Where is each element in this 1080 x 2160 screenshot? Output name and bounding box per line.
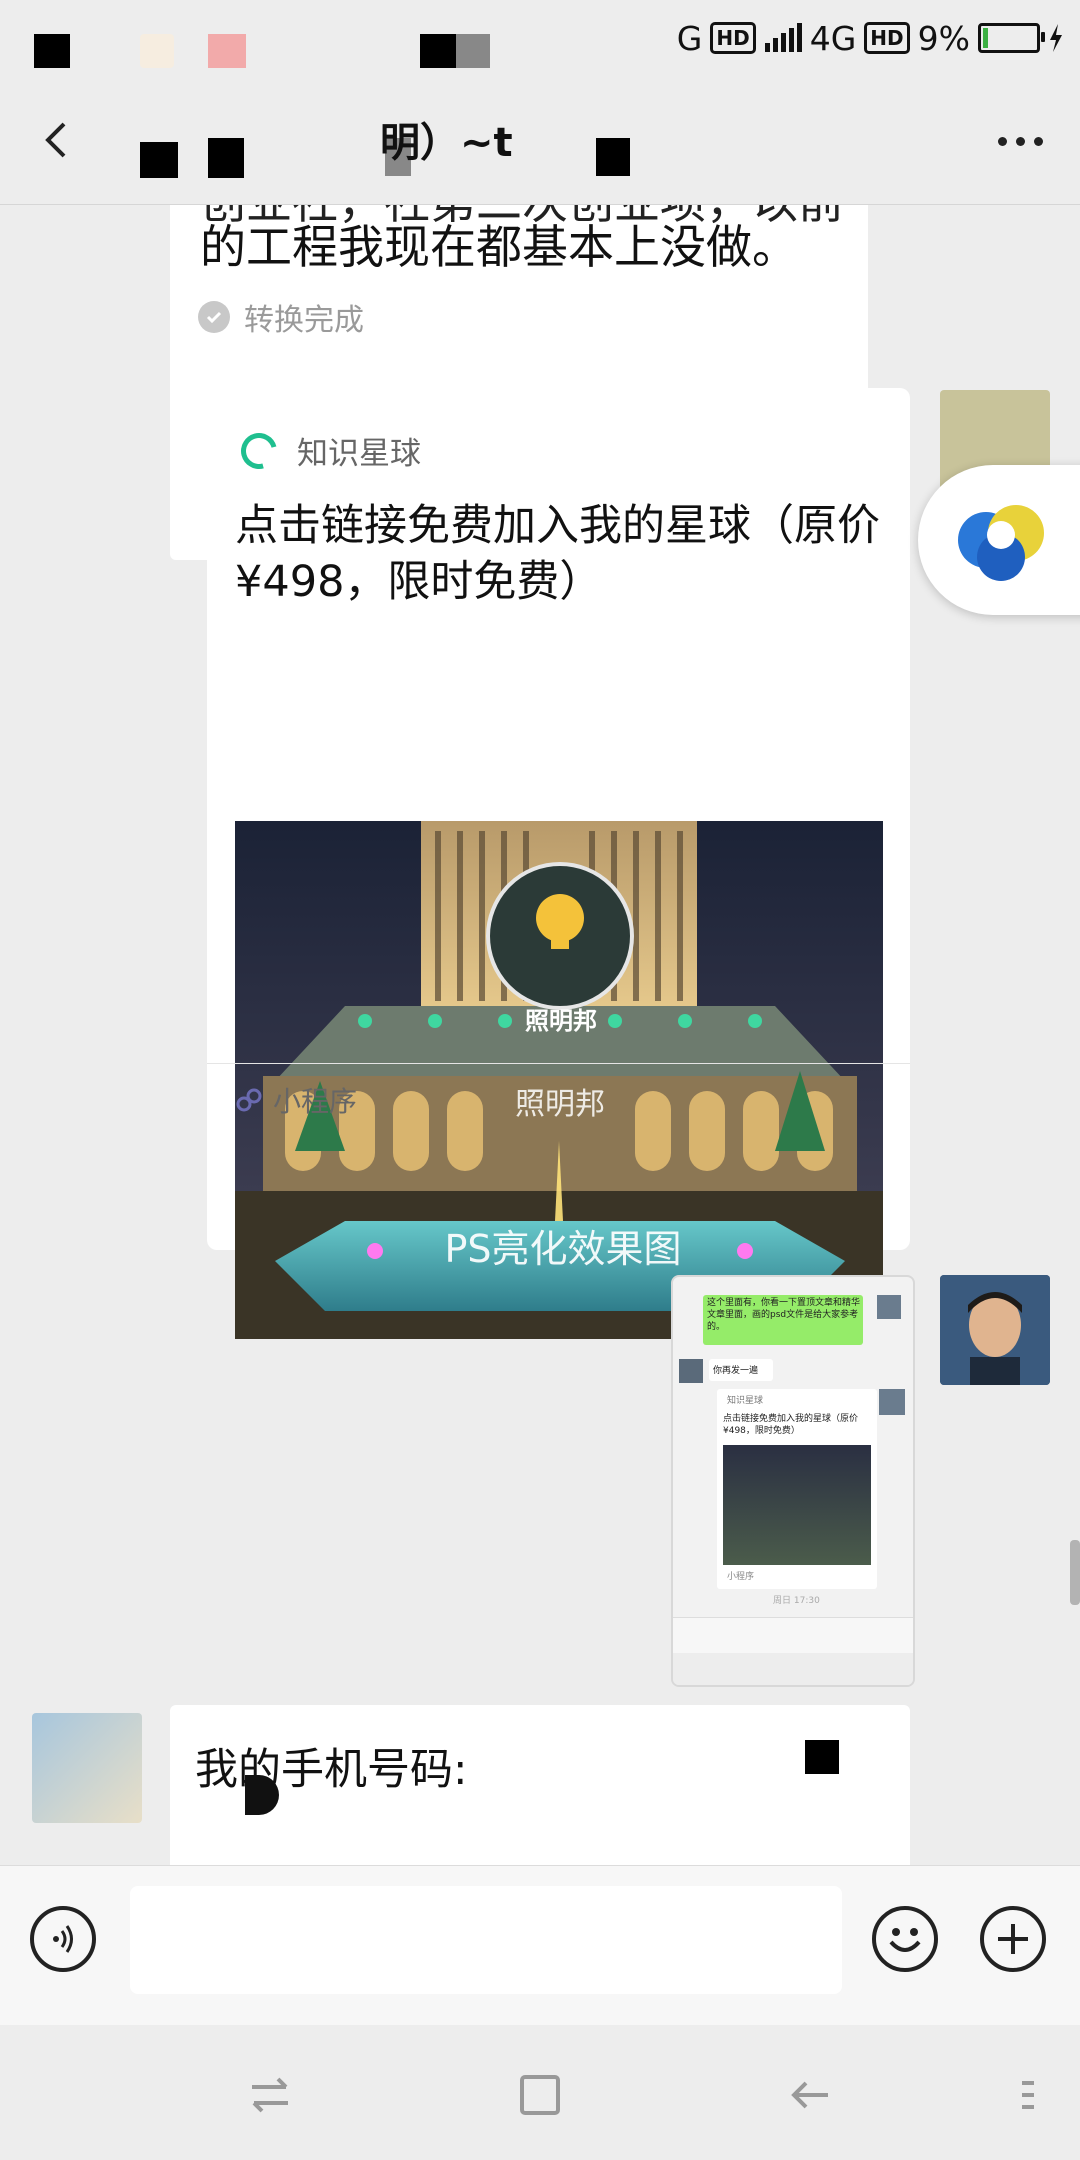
status-icon (140, 34, 174, 68)
voice-icon[interactable] (30, 1906, 96, 1972)
home-square-icon[interactable] (510, 2065, 570, 2125)
status-icon (208, 34, 246, 68)
input-bar (0, 1865, 1080, 2026)
signal-icon (764, 23, 802, 52)
chat-area[interactable]: 创业社，社第二次创业项，以前 的工程我现在都基本上没做。 转换完成 知识星球 点… (0, 205, 1080, 1865)
message-text: 的工程我现在都基本上没做。 (200, 220, 798, 274)
status-bar: G HD 4G HD 9% (0, 0, 1080, 80)
card-footer: 小程序 (235, 1080, 357, 1120)
scroll-indicator[interactable] (1070, 1540, 1080, 1605)
redaction-block (208, 138, 244, 178)
back-arrow-icon[interactable] (34, 114, 86, 166)
mini-bubble-text: 你再发一遍 (713, 1366, 759, 1376)
avatar[interactable] (32, 1713, 142, 1823)
more-options-icon[interactable] (990, 116, 1050, 166)
app-logo-icon (958, 505, 1044, 581)
hd-badge: HD (710, 22, 756, 54)
convert-label: 转换完成 (244, 303, 364, 338)
mini-input-bar (673, 1617, 913, 1654)
mini-card-footer: 小程序 (727, 1572, 755, 1582)
status-right: G HD 4G HD 9% (677, 16, 1064, 60)
mini-card-image (723, 1445, 871, 1565)
redaction-block (420, 34, 456, 68)
chat-title: 明）~t (380, 120, 513, 166)
avatar[interactable] (940, 1275, 1050, 1385)
battery-icon (978, 23, 1045, 53)
redaction-block (245, 1775, 279, 1815)
mini-avatar (679, 1359, 703, 1383)
nav-bar (0, 2025, 1080, 2160)
message-text: 我的手机号码: (195, 1745, 468, 1795)
redaction-block (596, 138, 630, 176)
mini-nav-bar (673, 1653, 913, 1685)
message-bubble[interactable]: 我的手机号码: (170, 1705, 910, 1865)
redaction-block (34, 34, 70, 68)
card-brand: 知识星球 (234, 425, 421, 476)
check-icon (198, 301, 230, 333)
redaction-block (805, 1740, 839, 1774)
convert-status: 转换完成 (198, 295, 364, 339)
mini-program-card[interactable]: 知识星球 点击链接免费加入我的星球（原价¥498，限时免费） 照明邦 照明邦 P… (207, 388, 910, 1339)
menu-icon[interactable] (1000, 2065, 1060, 2125)
mini-card-title: 点击链接免费加入我的星球（原价¥498，限时免费） (723, 1414, 859, 1436)
back-icon[interactable] (780, 2065, 840, 2125)
mini-bubble-text: 这个里面有，你看一下置顶文章和精华文章里面，画的psd文件是给大家参考的。 (707, 1298, 861, 1332)
plus-icon[interactable] (980, 1906, 1046, 1972)
network-label: G (676, 18, 703, 58)
mini-program-icon (236, 1088, 262, 1112)
mini-program-label: 小程序 (273, 1085, 358, 1118)
hd-badge: HD (864, 22, 910, 54)
image-watermark: 照明邦 (515, 1087, 605, 1122)
redaction-block (456, 34, 490, 68)
emoji-icon[interactable] (872, 1906, 938, 1972)
image-logo-text: 照明邦 (525, 1007, 597, 1035)
card-divider (207, 1063, 910, 1064)
message-input[interactable] (130, 1886, 842, 1994)
card-title: 点击链接免费加入我的星球（原价¥498，限时免费） (235, 501, 880, 607)
avatar-face-icon (940, 1275, 1050, 1385)
charging-icon (1050, 24, 1062, 52)
redaction-block (140, 142, 178, 178)
mini-avatar (877, 1295, 901, 1319)
mini-card-brand: 知识星球 (727, 1396, 764, 1406)
battery-level (983, 28, 989, 48)
mini-timestamp: 周日 17:30 (773, 1596, 820, 1606)
card-brand-name: 知识星球 (297, 436, 421, 472)
image-message[interactable]: 这个里面有，你看一下置顶文章和精华文章里面，画的psd文件是给大家参考的。 你再… (671, 1275, 915, 1687)
image-caption: PS亮化效果图 (444, 1227, 682, 1271)
title-bar: 明）~t (0, 80, 1080, 205)
floating-bubble[interactable] (918, 465, 1080, 615)
switch-icon[interactable] (240, 2065, 300, 2125)
zsxq-logo-icon (234, 425, 284, 476)
battery-percent: 9% (917, 18, 970, 58)
mini-avatar (879, 1389, 905, 1415)
network-label: 4G (809, 18, 857, 58)
